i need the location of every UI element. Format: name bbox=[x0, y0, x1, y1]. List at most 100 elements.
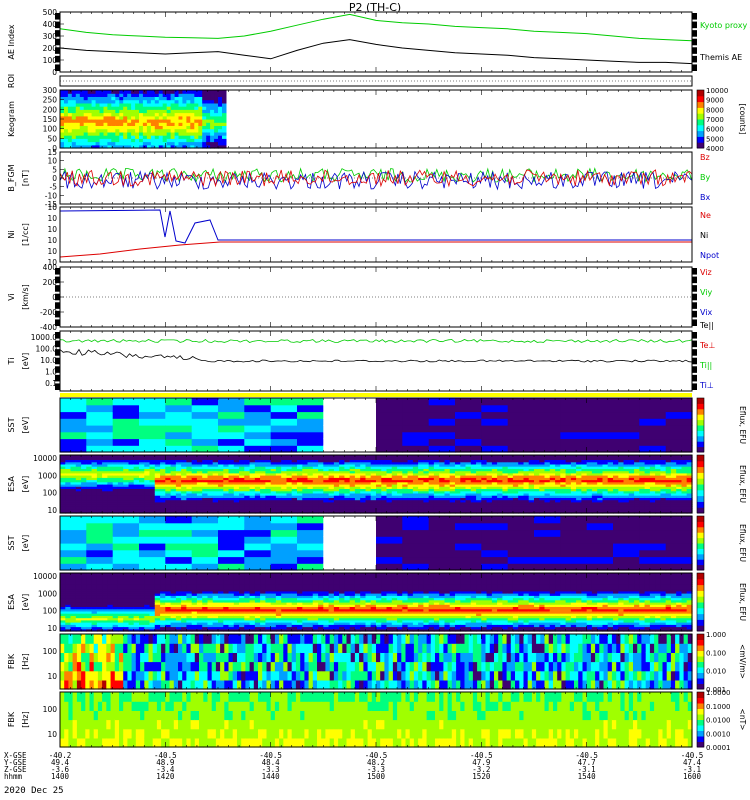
heatmap-cell bbox=[79, 112, 85, 117]
heatmap-cell bbox=[639, 398, 667, 406]
heatmap-cell bbox=[560, 418, 588, 426]
tick-label: 0.1 bbox=[45, 379, 57, 388]
heatmap-cell bbox=[190, 90, 195, 94]
heatmap-cell bbox=[218, 431, 245, 440]
edge-tick bbox=[692, 383, 697, 390]
heatmap-cell bbox=[323, 418, 351, 426]
tick-label: 10 bbox=[47, 247, 57, 256]
heatmap-cell bbox=[402, 404, 430, 413]
heatmap-cell bbox=[64, 90, 69, 94]
tick-label: 10 bbox=[47, 214, 57, 223]
heatmap-cell bbox=[349, 418, 377, 426]
heatmap-cell bbox=[60, 99, 65, 104]
heatmap-cell bbox=[103, 141, 108, 146]
heatmap-cell bbox=[67, 90, 73, 94]
heatmap-cell bbox=[481, 418, 509, 426]
colorbar-label: Eflux, EFU bbox=[738, 406, 747, 444]
heatmap-cell bbox=[534, 431, 561, 440]
edge-tick bbox=[692, 332, 697, 339]
density-npot bbox=[59, 209, 692, 244]
heatmap-cell bbox=[60, 90, 65, 94]
heatmap-cell bbox=[86, 404, 114, 413]
heatmap-cell bbox=[202, 141, 207, 146]
heatmap-cell bbox=[665, 404, 693, 413]
heatmap-cell bbox=[402, 431, 430, 440]
heatmap-cell bbox=[402, 398, 430, 406]
edge-tick bbox=[692, 374, 697, 382]
heatmap-cell bbox=[91, 141, 97, 146]
heatmap-cell bbox=[194, 90, 199, 94]
tick-label: 100 bbox=[43, 125, 58, 134]
heatmap-cell bbox=[198, 112, 203, 117]
heatmap-cell bbox=[127, 99, 132, 104]
edge-tick bbox=[692, 319, 697, 326]
heatmap-cell bbox=[60, 398, 87, 406]
heatmap-cell bbox=[639, 431, 667, 440]
heatmap-cell bbox=[428, 398, 456, 406]
heatmap-cell bbox=[376, 425, 403, 433]
heatmap-cell bbox=[560, 404, 588, 413]
colorbar-cell bbox=[697, 398, 704, 401]
heatmap-cell bbox=[560, 398, 588, 406]
heatmap-cell bbox=[244, 418, 272, 426]
heatmap-cell bbox=[455, 398, 482, 406]
bfgm-legend-entry: By bbox=[700, 173, 710, 182]
heatmap-cell bbox=[174, 112, 180, 117]
plot-canvas: AE Index0100200300400500Kyoto proxy AETh… bbox=[4, 8, 750, 781]
heatmap-cell bbox=[135, 99, 140, 104]
tick-label: 200 bbox=[43, 105, 58, 114]
edge-tick bbox=[692, 276, 697, 284]
heatmap-cell bbox=[115, 90, 120, 94]
tick-label: 10 bbox=[47, 236, 57, 245]
heatmap-cell bbox=[158, 112, 164, 117]
heatmap-cell bbox=[198, 128, 203, 133]
heatmap-cell bbox=[507, 418, 535, 426]
heatmap-cell bbox=[83, 112, 89, 117]
tick-label: 200 bbox=[43, 44, 58, 53]
heatmap-cell bbox=[170, 141, 176, 146]
heatmap-cell bbox=[244, 411, 272, 419]
heatmap-cell bbox=[127, 90, 132, 94]
tick-label: 100 bbox=[43, 56, 58, 65]
heatmap-cell bbox=[111, 99, 116, 104]
tick-label: -400 bbox=[40, 323, 57, 332]
tick-label: 10.0 bbox=[40, 356, 57, 365]
y-axis-unit: [km/s] bbox=[21, 284, 30, 310]
heatmap-cell bbox=[60, 425, 87, 433]
bfgm-legend-entry: Bx bbox=[700, 193, 710, 202]
heatmap-cell bbox=[146, 141, 152, 146]
density-ylabel: Ni bbox=[7, 230, 16, 238]
esa-electron-heatmap bbox=[60, 455, 693, 514]
heatmap-cell bbox=[560, 438, 588, 446]
heatmap-cell bbox=[127, 128, 132, 133]
heatmap-cell bbox=[131, 141, 136, 146]
heatmap-cell bbox=[123, 128, 128, 133]
heatmap-cell bbox=[665, 425, 693, 433]
tick-label: 6000 bbox=[706, 126, 724, 134]
heatmap-cell bbox=[165, 431, 193, 440]
heatmap-cell bbox=[210, 90, 215, 94]
heatmap-cell bbox=[613, 404, 640, 413]
edge-tick bbox=[692, 47, 697, 54]
heatmap-cell bbox=[112, 404, 140, 413]
heatmap-cell bbox=[123, 90, 128, 94]
heatmap-cell bbox=[182, 112, 187, 117]
heatmap-cell bbox=[244, 404, 272, 413]
density-panel-frame bbox=[59, 206, 693, 263]
heatmap-cell bbox=[146, 112, 152, 117]
heatmap-cell bbox=[60, 404, 87, 413]
heatmap-cell bbox=[534, 398, 561, 406]
heatmap-cell bbox=[222, 90, 227, 94]
heatmap-cell bbox=[586, 404, 614, 413]
heatmap-cell bbox=[560, 425, 588, 433]
heatmap-cell bbox=[481, 404, 509, 413]
heatmap-cell bbox=[639, 418, 667, 426]
heatmap-cell bbox=[376, 431, 403, 440]
roi-ylabel: ROI bbox=[7, 74, 16, 88]
heatmap-cell bbox=[297, 431, 324, 440]
heatmap-cell bbox=[79, 99, 85, 104]
heatmap-cell bbox=[186, 112, 191, 117]
heatmap-cell bbox=[428, 404, 456, 413]
heatmap-cell bbox=[349, 425, 377, 433]
heatmap-cell bbox=[123, 99, 128, 104]
